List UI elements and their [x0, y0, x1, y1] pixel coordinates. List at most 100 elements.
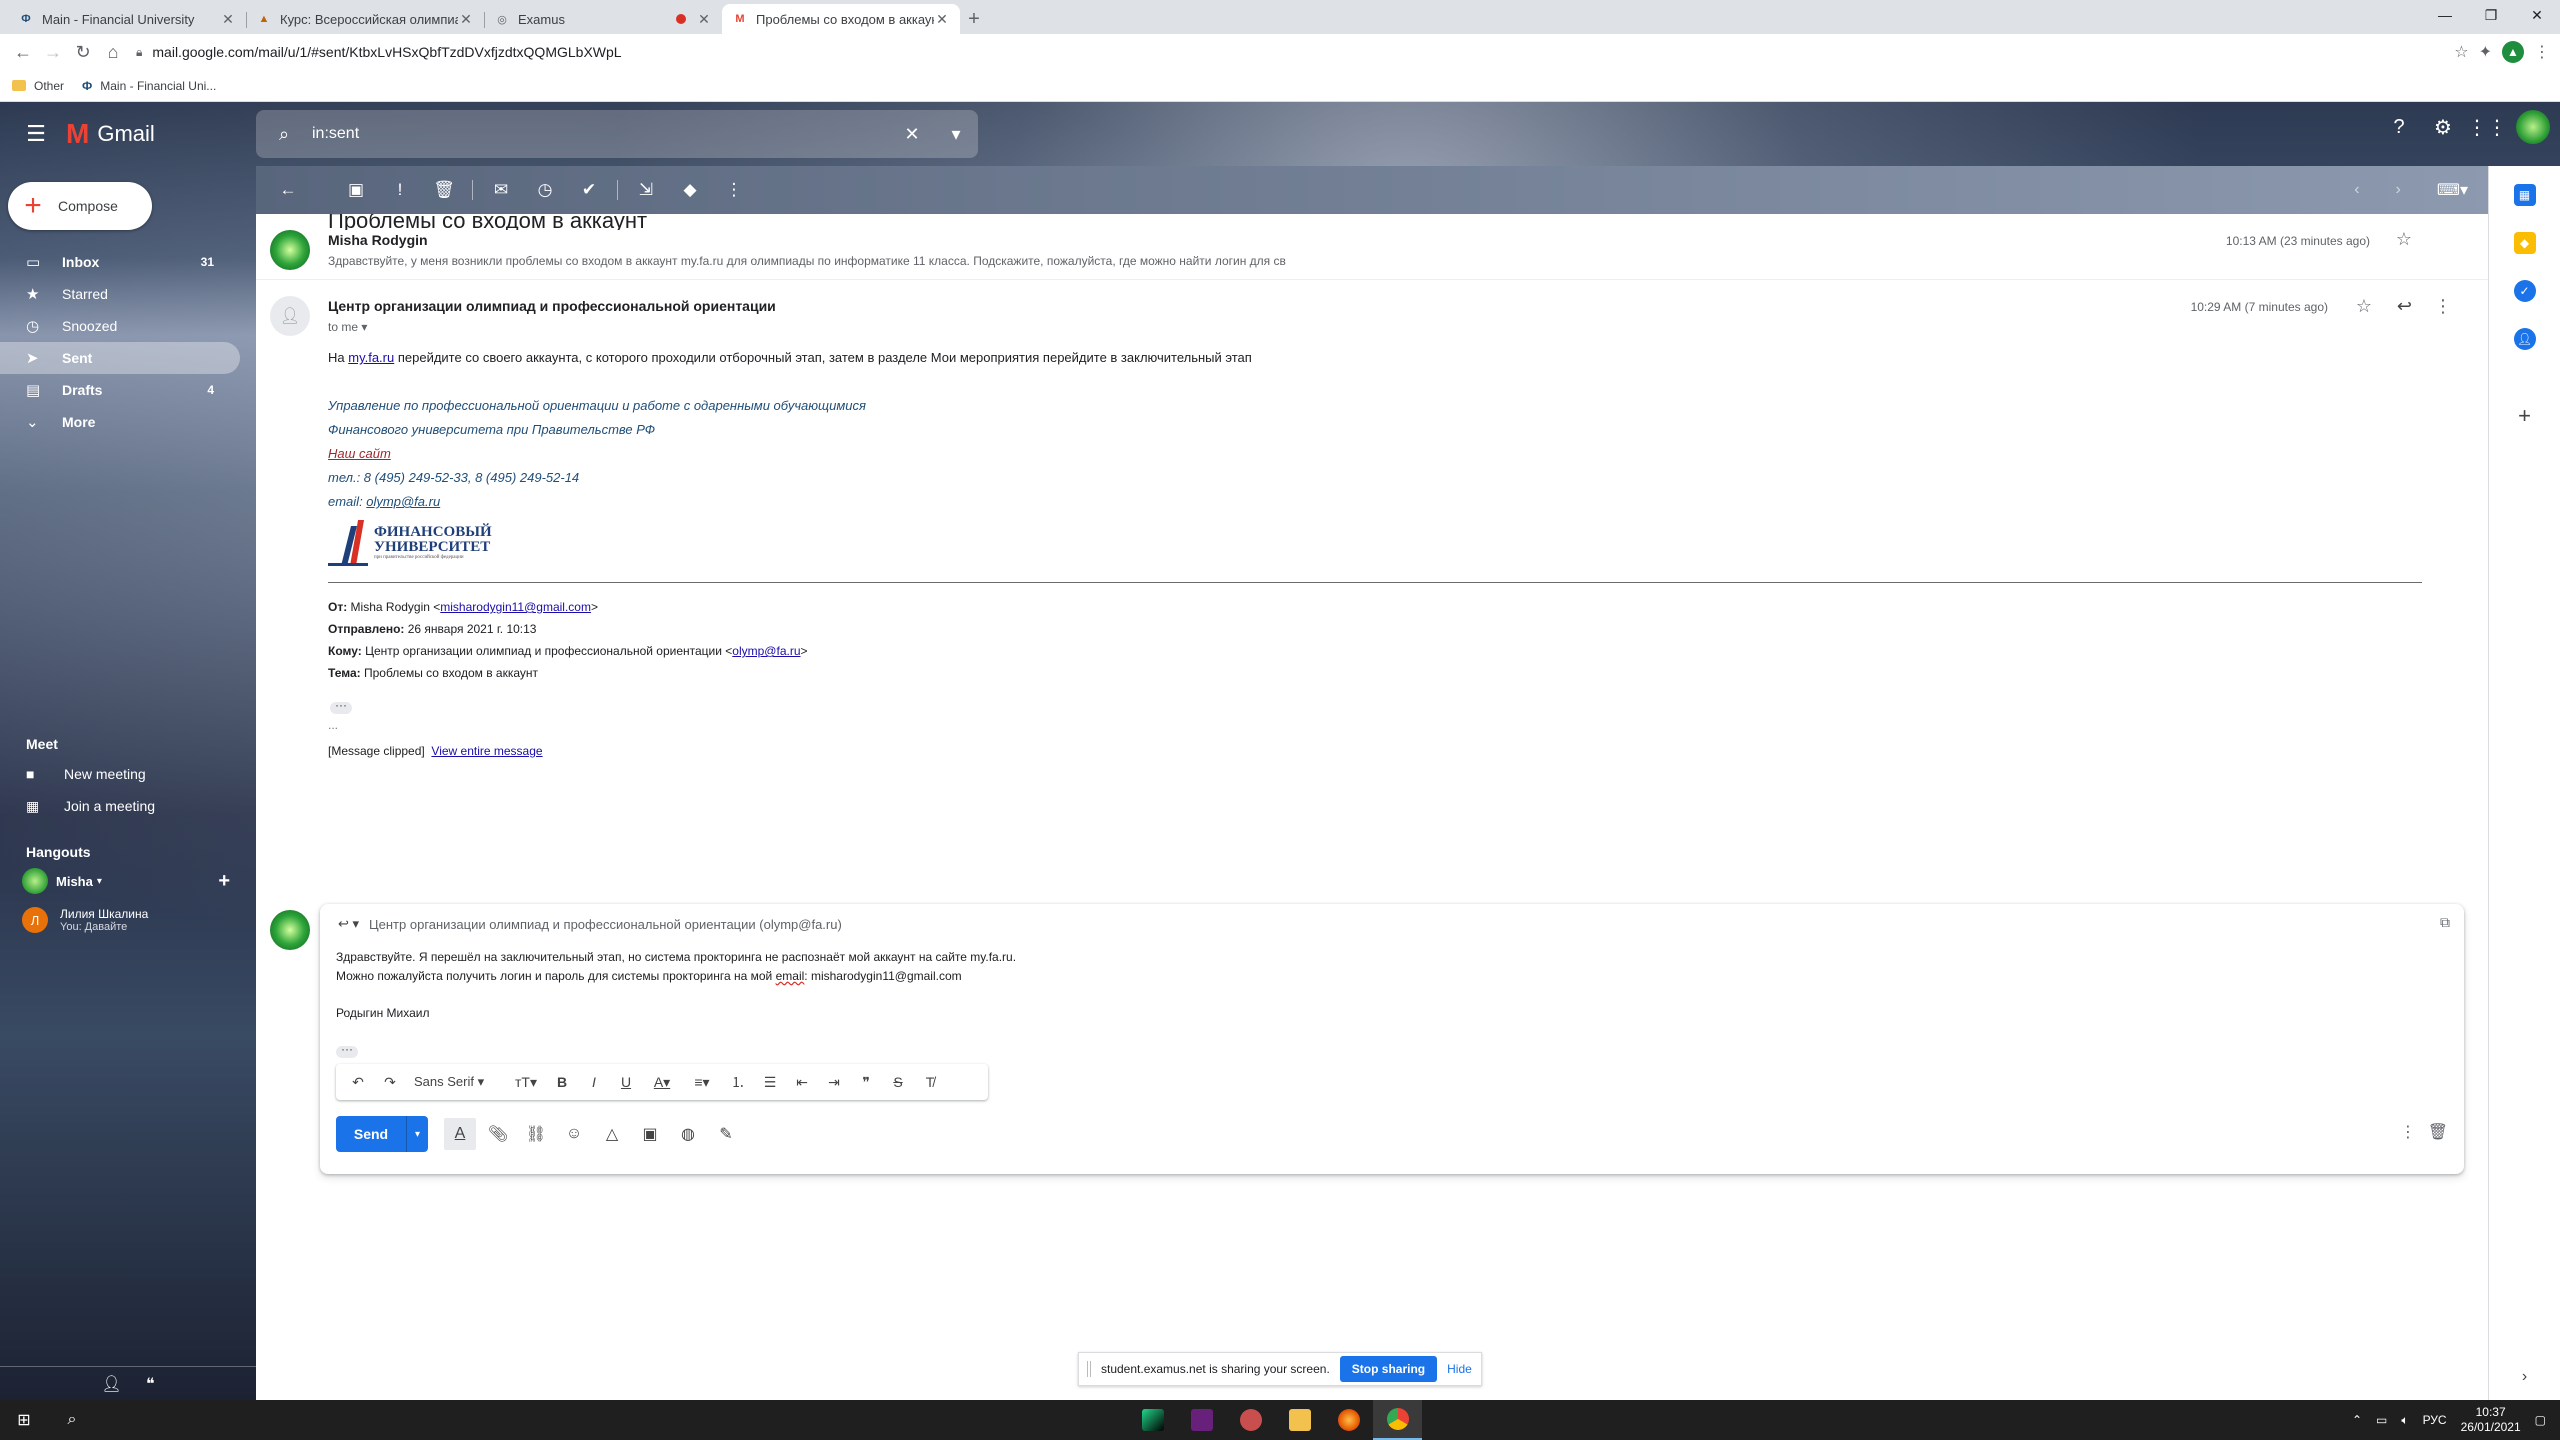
language-indicator[interactable]: РУС	[2423, 1413, 2447, 1427]
signature-pen-icon[interactable]: ✎	[710, 1118, 742, 1150]
star-icon[interactable]: ☆	[2356, 296, 2372, 317]
drive-icon[interactable]: △	[596, 1118, 628, 1150]
align-icon[interactable]: ≡▾	[682, 1074, 722, 1091]
schedule-send-icon[interactable]: ▾	[406, 1116, 428, 1152]
reply-icon[interactable]: ↩	[2397, 296, 2412, 317]
sidebar-item-more[interactable]: ⌄ More	[0, 406, 240, 438]
link-icon[interactable]: ⛓︎	[520, 1118, 552, 1150]
new-tab-button[interactable]: +	[960, 4, 988, 34]
text-color-icon[interactable]: A▾	[642, 1074, 682, 1091]
browser-tab-2[interactable]: ▲ Курс: Всероссийская олимпиада ✕	[246, 4, 484, 34]
reply-recipient[interactable]: Центр организации олимпиад и профессиона…	[369, 917, 842, 932]
home-icon[interactable]: ⌂	[98, 37, 128, 67]
mark-unread-icon[interactable]: ✉	[479, 170, 523, 210]
hangouts-user[interactable]: Misha ▾ +	[0, 866, 256, 896]
settings-app-icon[interactable]	[1226, 1400, 1275, 1440]
underline-icon[interactable]: U	[610, 1074, 642, 1090]
label-icon[interactable]: ◆	[668, 170, 712, 210]
browser-menu-icon[interactable]: ⋮	[2534, 42, 2550, 62]
sidebar-item-sent[interactable]: ➤ Sent	[0, 342, 240, 374]
calendar-icon[interactable]: ▦	[2513, 184, 2536, 206]
more-icon[interactable]: ⋮	[712, 170, 756, 210]
firefox-icon[interactable]	[1324, 1400, 1373, 1440]
bulleted-list-icon[interactable]: ☰	[754, 1074, 786, 1091]
delete-icon[interactable]: 🗑︎	[422, 170, 466, 210]
restore-icon[interactable]: ❐	[2468, 0, 2514, 30]
apps-grid-icon[interactable]: ⋮⋮	[2467, 112, 2507, 142]
reply-type-icon[interactable]: ↩ ▾	[338, 916, 359, 932]
quote-icon[interactable]: ❞	[850, 1074, 882, 1091]
tray-chevron-icon[interactable]: ⌃	[2352, 1413, 2362, 1427]
link-my-fa-ru[interactable]: my.fa.ru	[348, 350, 394, 365]
compose-button[interactable]: + Compose	[8, 182, 152, 230]
confidential-mode-icon[interactable]: ◍	[672, 1118, 704, 1150]
close-window-icon[interactable]: ✕	[2514, 0, 2560, 30]
hide-banner-button[interactable]: Hide	[1447, 1362, 1472, 1376]
add-task-icon[interactable]: ✔	[567, 170, 611, 210]
message-collapsed[interactable]: Misha Rodygin Здравствуйте, у меня возни…	[256, 214, 2488, 280]
sidebar-item-starred[interactable]: ★ Starred	[0, 278, 240, 310]
sidebar-item-drafts[interactable]: ▤ Drafts 4	[0, 374, 240, 406]
tasks-icon[interactable]: ✓	[2513, 280, 2536, 302]
taskbar-search-icon[interactable]: ⌕	[48, 1400, 96, 1440]
formatting-options-icon[interactable]: A	[444, 1118, 476, 1150]
extensions-icon[interactable]: ✦	[2479, 42, 2492, 62]
older-icon[interactable]: ›	[2396, 181, 2401, 199]
new-meeting-item[interactable]: ■ New meeting	[0, 758, 256, 790]
bold-icon[interactable]: B	[546, 1074, 578, 1090]
back-to-list-icon[interactable]: ←	[266, 170, 310, 210]
join-meeting-item[interactable]: ▦ Join a meeting	[0, 790, 256, 822]
network-icon[interactable]: ▭	[2376, 1413, 2387, 1427]
bookmark-star-icon[interactable]: ☆	[2454, 42, 2468, 62]
our-site-link[interactable]: Наш сайт	[328, 446, 391, 461]
remove-formatting-icon[interactable]: T̸	[914, 1074, 946, 1090]
recipient-dropdown[interactable]: to me ▾	[328, 320, 367, 334]
undo-icon[interactable]: ↶	[342, 1074, 374, 1091]
file-explorer-icon[interactable]	[1275, 1400, 1324, 1440]
hide-side-panel-icon[interactable]: ›	[2522, 1368, 2527, 1386]
clear-search-icon[interactable]: ✕	[890, 124, 934, 145]
bookmark-folder-other[interactable]: Other	[12, 79, 64, 93]
profile-avatar[interactable]: ▲	[2502, 41, 2524, 63]
bookmark-main-financial[interactable]: Ф Main - Financial Uni...	[82, 79, 216, 93]
quoted-email-link[interactable]: olymp@fa.ru	[732, 644, 800, 658]
sidebar-item-snoozed[interactable]: ◷ Snoozed	[0, 310, 240, 342]
more-options-icon[interactable]: ⋮	[2400, 1122, 2416, 1142]
search-input[interactable]: in:sent	[312, 125, 890, 143]
numbered-list-icon[interactable]: ⒈	[722, 1072, 754, 1092]
drag-handle[interactable]	[1087, 1361, 1091, 1377]
send-button[interactable]: Send	[336, 1116, 406, 1152]
close-icon[interactable]: ✕	[934, 11, 950, 28]
indent-less-icon[interactable]: ⇤	[786, 1074, 818, 1091]
add-contact-icon[interactable]: +	[218, 870, 230, 893]
photo-icon[interactable]: ▣	[634, 1118, 666, 1150]
clock[interactable]: 10:37 26/01/2021	[2461, 1405, 2521, 1435]
italic-icon[interactable]: I	[578, 1074, 610, 1090]
move-to-icon[interactable]: ⇲	[624, 170, 668, 210]
account-avatar[interactable]	[2516, 110, 2550, 144]
search-bar[interactable]: ⌕ in:sent ✕ ▾	[256, 110, 978, 158]
contacts-icon[interactable]: 👤︎	[2513, 328, 2536, 350]
browser-tab-1[interactable]: Ф Main - Financial University ✕	[8, 4, 246, 34]
address-bar[interactable]: 🔒︎ mail.google.com/mail/u/1/#sent/KtbxLv…	[136, 38, 2444, 66]
indent-more-icon[interactable]: ⇥	[818, 1074, 850, 1091]
main-menu-icon[interactable]: ☰	[12, 110, 60, 158]
search-icon[interactable]: ⌕	[256, 124, 312, 145]
font-select[interactable]: Sans Serif ▾	[406, 1074, 506, 1090]
browser-tab-4[interactable]: M Проблемы со входом в аккаунт ✕	[722, 4, 960, 34]
redo-icon[interactable]: ↷	[374, 1074, 406, 1091]
star-icon[interactable]: ☆	[2396, 229, 2412, 250]
show-trimmed-content-button[interactable]: ···	[330, 699, 352, 714]
sidebar-item-inbox[interactable]: ▭ Inbox 31	[0, 246, 240, 278]
reply-body-line[interactable]: Можно пожалуйста получить логин и пароль…	[336, 969, 962, 983]
add-addons-icon[interactable]: +	[2518, 403, 2531, 429]
chrome-icon[interactable]	[1373, 1400, 1422, 1440]
pycharm-icon[interactable]	[1128, 1400, 1177, 1440]
view-entire-message-link[interactable]: View entire message	[431, 744, 542, 758]
attach-icon[interactable]: 📎︎	[482, 1118, 514, 1150]
archive-icon[interactable]: ▣	[334, 170, 378, 210]
report-spam-icon[interactable]: !	[378, 170, 422, 210]
back-icon[interactable]: ←	[8, 37, 38, 67]
browser-tab-3[interactable]: ◎ Examus ✕	[484, 4, 722, 34]
hangouts-quote-icon[interactable]: ❝	[146, 1374, 155, 1394]
